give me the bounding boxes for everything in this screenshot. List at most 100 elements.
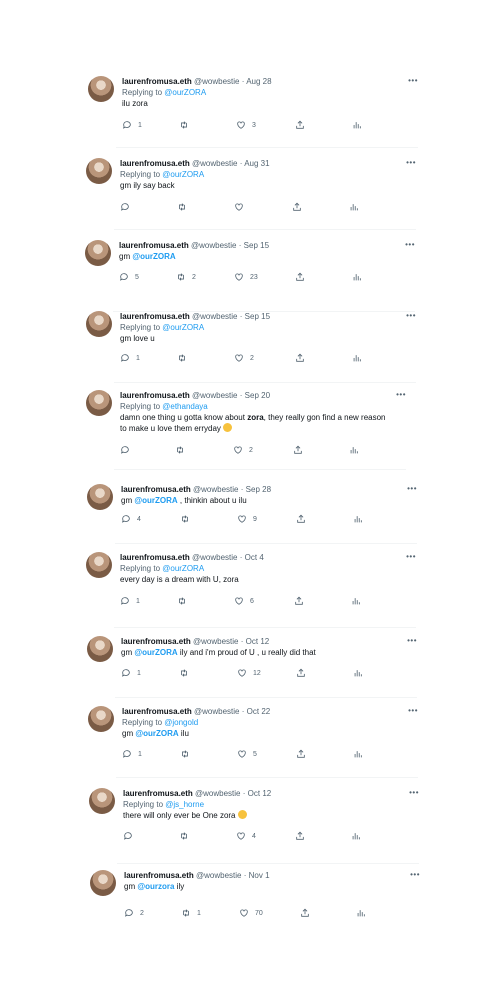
like-button[interactable]: 9 [237,514,257,524]
mention-link[interactable]: @ourZORA [162,170,204,179]
tweet[interactable]: laurenfromusa.eth @wowbestie · Oct 22 Re… [88,706,418,778]
analytics-button[interactable] [352,353,362,363]
analytics-button[interactable] [353,514,363,524]
retweet-button[interactable]: 1 [181,908,201,918]
avatar[interactable] [86,390,112,416]
tweet[interactable]: laurenfromusa.eth @wowbestie · Sep 15 gm… [85,240,415,312]
mention-link[interactable]: @ourZORA [162,323,204,332]
analytics-button[interactable] [351,596,361,606]
analytics-button[interactable] [356,908,366,918]
like-button[interactable]: 2 [234,353,254,363]
avatar[interactable] [87,636,113,662]
tweet[interactable]: laurenfromusa.eth @wowbestie · Sep 20 Re… [86,390,406,470]
timestamp[interactable]: Oct 22 [247,707,271,716]
username[interactable]: @wowbestie [192,391,237,400]
mention-link[interactable]: @ourzora [137,882,174,891]
avatar[interactable] [89,788,115,814]
display-name[interactable]: laurenfromusa.eth [120,159,190,168]
username[interactable]: @wowbestie [194,707,239,716]
reply-button[interactable]: 1 [122,120,142,130]
display-name[interactable]: laurenfromusa.eth [120,391,190,400]
display-name[interactable]: laurenfromusa.eth [120,553,190,562]
analytics-button[interactable] [352,120,362,130]
username[interactable]: @wowbestie [194,77,239,86]
like-button[interactable] [234,202,250,212]
retweet-button[interactable] [180,514,196,524]
avatar[interactable] [86,311,112,337]
like-button[interactable]: 70 [239,908,263,918]
username[interactable]: @wowbestie [192,553,237,562]
mention-link[interactable]: @ourZORA [134,496,177,505]
share-button[interactable] [300,908,310,918]
reply-button[interactable]: 1 [120,353,140,363]
avatar[interactable] [87,484,113,510]
like-button[interactable]: 23 [234,272,258,282]
more-options-icon[interactable]: ••• [405,240,415,249]
avatar[interactable] [88,706,114,732]
reply-button[interactable]: 1 [122,749,142,759]
share-button[interactable] [296,514,306,524]
like-button[interactable]: 6 [234,596,254,606]
analytics-button[interactable] [349,202,359,212]
share-button[interactable] [296,749,306,759]
retweet-button[interactable] [177,596,193,606]
timestamp[interactable]: Aug 31 [244,159,269,168]
share-button[interactable] [295,120,305,130]
like-button[interactable]: 3 [236,120,256,130]
mention-link[interactable]: @ourZORA [164,88,206,97]
timestamp[interactable]: Sep 15 [244,241,269,250]
retweet-button[interactable] [179,668,195,678]
share-button[interactable] [295,353,305,363]
tweet[interactable]: laurenfromusa.eth @wowbestie · Nov 1 gm … [90,870,420,934]
more-options-icon[interactable]: ••• [406,311,416,320]
more-options-icon[interactable]: ••• [396,390,406,399]
tweet[interactable]: laurenfromusa.eth @wowbestie · Aug 31 Re… [86,158,416,230]
avatar[interactable] [86,552,112,578]
retweet-button[interactable] [179,120,195,130]
avatar[interactable] [88,76,114,102]
tweet[interactable]: laurenfromusa.eth @wowbestie · Sep 28 gm… [87,484,417,548]
timestamp[interactable]: Oct 12 [248,789,272,798]
tweet[interactable]: laurenfromusa.eth @wowbestie · Oct 4 Rep… [86,552,416,628]
more-options-icon[interactable]: ••• [407,484,417,493]
username[interactable]: @wowbestie [192,159,237,168]
share-button[interactable] [295,272,305,282]
more-options-icon[interactable]: ••• [406,158,416,167]
display-name[interactable]: laurenfromusa.eth [124,871,194,880]
timestamp[interactable]: Sep 20 [245,391,270,400]
share-button[interactable] [295,831,305,841]
reply-button[interactable]: 2 [124,908,144,918]
analytics-button[interactable] [349,445,359,455]
username[interactable]: @wowbestie [196,871,241,880]
like-button[interactable]: 12 [237,668,261,678]
display-name[interactable]: laurenfromusa.eth [119,241,189,250]
mention-link[interactable]: @ourZORA [134,648,177,657]
display-name[interactable]: laurenfromusa.eth [123,789,193,798]
like-button[interactable]: 2 [233,445,253,455]
reply-button[interactable] [123,831,139,841]
reply-button[interactable]: 4 [121,514,141,524]
tweet[interactable]: laurenfromusa.eth @wowbestie · Oct 12 Re… [89,788,419,864]
reply-button[interactable]: 1 [121,668,141,678]
retweet-button[interactable] [179,831,195,841]
analytics-button[interactable] [353,668,363,678]
like-button[interactable]: 5 [237,749,257,759]
more-options-icon[interactable]: ••• [409,788,419,797]
timestamp[interactable]: Oct 12 [246,637,270,646]
avatar[interactable] [90,870,116,896]
username[interactable]: @wowbestie [195,789,240,798]
tweet[interactable]: laurenfromusa.eth @wowbestie · Aug 28 Re… [88,76,418,148]
like-button[interactable]: 4 [236,831,256,841]
username[interactable]: @wowbestie [191,241,236,250]
display-name[interactable]: laurenfromusa.eth [121,637,191,646]
analytics-button[interactable] [353,749,363,759]
reply-button[interactable] [120,202,136,212]
share-button[interactable] [293,445,303,455]
display-name[interactable]: laurenfromusa.eth [121,485,191,494]
more-options-icon[interactable]: ••• [407,636,417,645]
display-name[interactable]: laurenfromusa.eth [120,312,190,321]
tweet[interactable]: laurenfromusa.eth @wowbestie · Sep 15 Re… [86,311,416,383]
timestamp[interactable]: Nov 1 [249,871,270,880]
mention-link[interactable]: @ourZORA [132,252,175,261]
mention-link[interactable]: @ourZORA [162,564,204,573]
